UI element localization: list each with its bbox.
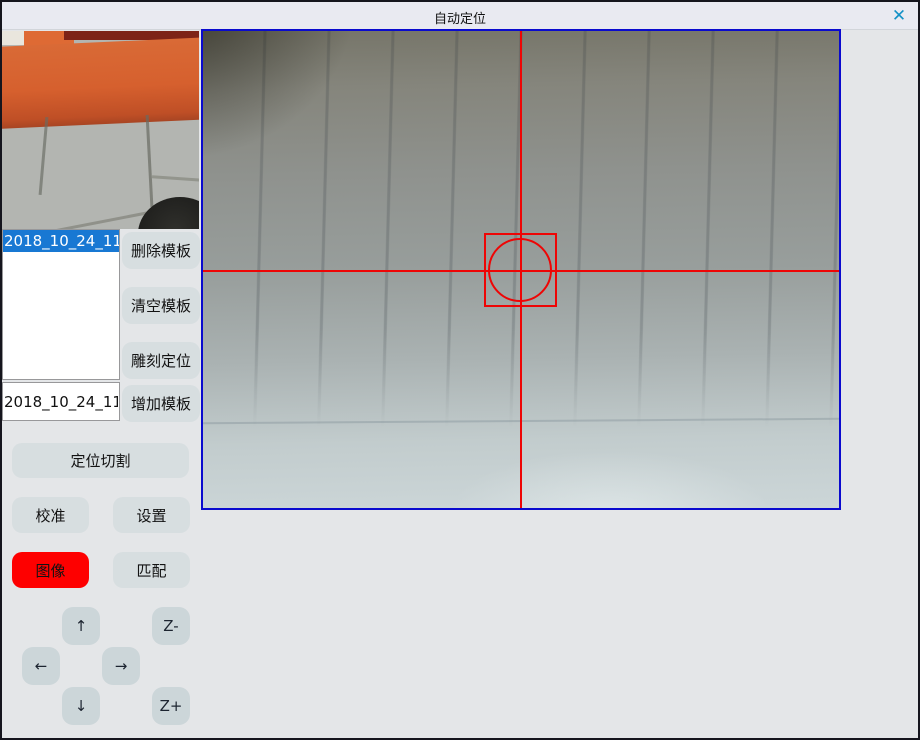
- thumb-tile-line: [39, 117, 49, 195]
- jog-down-button[interactable]: ↓: [62, 687, 100, 725]
- jog-z-minus-button[interactable]: Z-: [152, 607, 190, 645]
- auto-position-window: 自动定位 ✕ 2018_10_24_11 删除模板 清空模板 雕刻定位 增加模板…: [0, 0, 920, 740]
- template-name-input[interactable]: [2, 382, 120, 421]
- thumb-tile-line: [146, 115, 154, 207]
- image-button[interactable]: 图像: [12, 552, 89, 588]
- jog-left-button[interactable]: ←: [22, 647, 60, 685]
- thumb-dark-object: [138, 197, 199, 229]
- target-circle: [488, 238, 552, 302]
- title-bar: 自动定位 ✕: [2, 2, 918, 30]
- position-cut-button[interactable]: 定位切割: [12, 443, 189, 478]
- template-list[interactable]: 2018_10_24_11: [2, 229, 120, 380]
- thumb-orange-board: [2, 37, 199, 129]
- delete-template-button[interactable]: 删除模板: [122, 232, 200, 269]
- thumb-tile-line: [152, 175, 199, 181]
- settings-button[interactable]: 设置: [113, 497, 190, 533]
- close-icon[interactable]: ✕: [888, 5, 910, 27]
- list-item[interactable]: 2018_10_24_11: [3, 230, 119, 252]
- engrave-position-button[interactable]: 雕刻定位: [122, 342, 200, 379]
- window-title: 自动定位: [2, 8, 918, 27]
- jog-up-button[interactable]: ↑: [62, 607, 100, 645]
- jog-right-button[interactable]: →: [102, 647, 140, 685]
- calibrate-button[interactable]: 校准: [12, 497, 89, 533]
- jog-z-plus-button[interactable]: Z+: [152, 687, 190, 725]
- template-thumbnail[interactable]: [2, 31, 199, 229]
- match-button[interactable]: 匹配: [113, 552, 190, 588]
- add-template-button[interactable]: 增加模板: [122, 385, 200, 422]
- camera-view[interactable]: [201, 29, 841, 510]
- clear-template-button[interactable]: 清空模板: [122, 287, 200, 324]
